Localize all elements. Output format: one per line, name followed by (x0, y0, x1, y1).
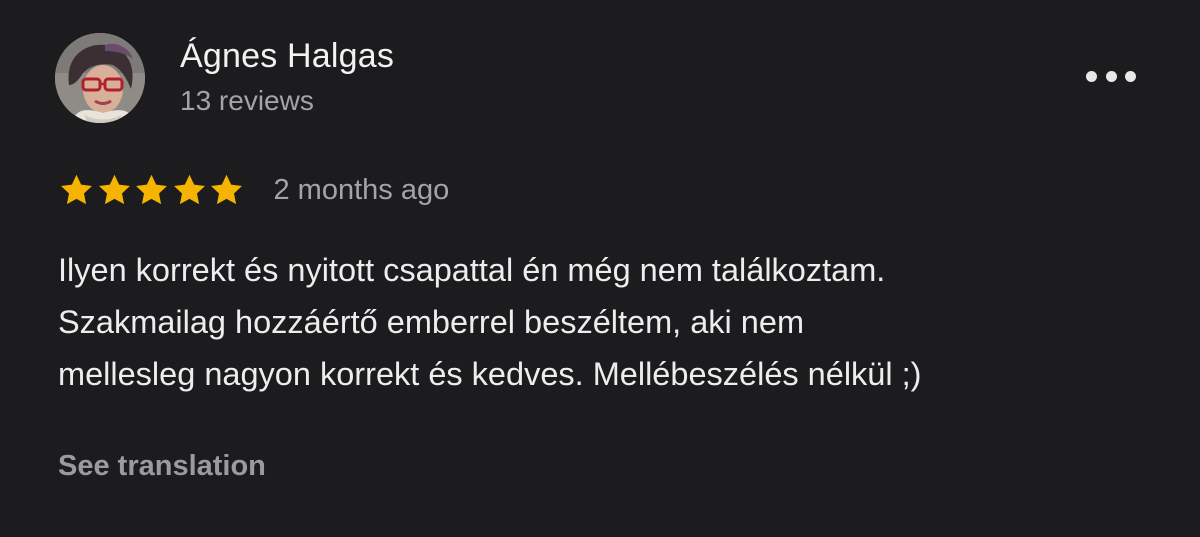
review-text-line: Szakmailag hozzáértő emberrel beszéltem,… (58, 304, 805, 340)
star-rating (58, 172, 246, 208)
review-text-line: Ilyen korrekt és nyitott csapattal én mé… (58, 252, 886, 288)
star-icon (133, 172, 170, 208)
star-icon (58, 172, 95, 208)
author-review-count[interactable]: 13 reviews (180, 84, 314, 118)
see-translation-link[interactable]: See translation (58, 446, 266, 486)
author-avatar[interactable] (55, 33, 145, 123)
review-card: Ágnes Halgas 13 reviews 2 months ago Ily… (0, 0, 1200, 537)
review-text: Ilyen korrekt és nyitott csapattal én mé… (58, 244, 1158, 400)
more-horizontal-icon (1125, 70, 1136, 82)
avatar-photo (55, 33, 145, 123)
star-icon (171, 172, 208, 208)
review-text-line: mellesleg nagyon korrekt és kedves. Mell… (58, 356, 922, 392)
more-horizontal-icon (1105, 70, 1117, 82)
star-icon (208, 172, 245, 208)
rating-row: 2 months ago (58, 170, 449, 210)
more-horizontal-icon (1086, 70, 1097, 82)
more-options-button[interactable] (1086, 62, 1136, 90)
author-name[interactable]: Ágnes Halgas (180, 36, 394, 76)
review-date: 2 months ago (273, 174, 450, 206)
star-icon (96, 172, 133, 208)
